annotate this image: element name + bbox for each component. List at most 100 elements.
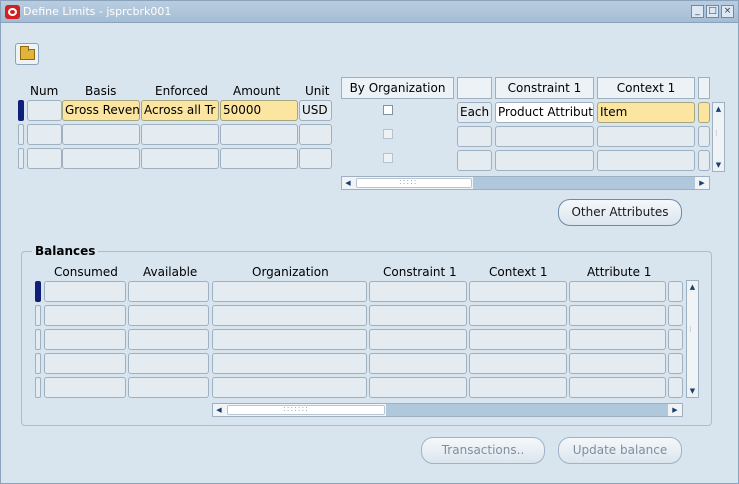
- num-field[interactable]: [27, 100, 62, 121]
- basis-field[interactable]: [62, 124, 140, 145]
- balances-vertical-scrollbar[interactable]: ▲ ⁝ ▼: [686, 280, 699, 398]
- organization-field[interactable]: [212, 281, 367, 302]
- overflow-field[interactable]: [698, 126, 710, 147]
- constraint1-field[interactable]: [495, 126, 594, 147]
- window-title: Define Limits - jsprcbrk001: [23, 5, 172, 18]
- context1-field[interactable]: [469, 353, 567, 374]
- context1-field[interactable]: [469, 329, 567, 350]
- overflow-field[interactable]: [668, 353, 683, 374]
- available-field[interactable]: [128, 377, 209, 398]
- constraint1-field[interactable]: [369, 353, 467, 374]
- consumed-field[interactable]: [44, 353, 126, 374]
- each-field[interactable]: Each: [457, 102, 492, 123]
- scroll-left-icon[interactable]: ◀: [342, 177, 354, 189]
- limits-horizontal-scrollbar[interactable]: ◀ ::::: ▶: [341, 176, 710, 190]
- overflow-field[interactable]: [698, 150, 710, 171]
- attribute1-field[interactable]: [569, 329, 666, 350]
- attribute1-field[interactable]: [569, 305, 666, 326]
- scroll-up-icon[interactable]: ▲: [687, 281, 698, 293]
- scroll-up-icon[interactable]: ▲: [713, 103, 724, 115]
- header-unit: Unit: [305, 84, 330, 98]
- context1-field[interactable]: [597, 126, 695, 147]
- consumed-field[interactable]: [44, 305, 126, 326]
- open-folder-button[interactable]: [15, 43, 39, 65]
- transactions-button[interactable]: Transactions..: [421, 437, 545, 464]
- num-field[interactable]: [27, 124, 62, 145]
- overflow-field[interactable]: [668, 281, 683, 302]
- constraint1-field[interactable]: Product Attribute: [495, 102, 594, 123]
- scroll-down-icon[interactable]: ▼: [687, 385, 698, 397]
- row-indicator-3[interactable]: [18, 148, 24, 169]
- other-attributes-button[interactable]: Other Attributes: [558, 199, 682, 226]
- amount-field[interactable]: 50000: [220, 100, 298, 121]
- basis-field[interactable]: Gross Reven: [62, 100, 140, 121]
- balance-row-indicator-4[interactable]: [35, 353, 41, 374]
- context1-field[interactable]: [469, 281, 567, 302]
- overflow-field[interactable]: [668, 377, 683, 398]
- available-field[interactable]: [128, 281, 209, 302]
- header-context1: Context 1: [489, 265, 548, 279]
- enforced-field[interactable]: [141, 124, 219, 145]
- basis-field[interactable]: [62, 148, 140, 169]
- unit-field[interactable]: USD: [299, 100, 332, 121]
- consumed-field[interactable]: [44, 329, 126, 350]
- context1-field[interactable]: [469, 305, 567, 326]
- constraint1-field[interactable]: [369, 377, 467, 398]
- available-field[interactable]: [128, 329, 209, 350]
- unit-field[interactable]: [299, 148, 332, 169]
- organization-field[interactable]: [212, 353, 367, 374]
- header-consumed: Consumed: [54, 265, 118, 279]
- organization-field[interactable]: [212, 329, 367, 350]
- balance-row-indicator-2[interactable]: [35, 305, 41, 326]
- row-indicator-1[interactable]: [18, 100, 24, 121]
- scroll-down-icon[interactable]: ▼: [713, 159, 724, 171]
- consumed-field[interactable]: [44, 281, 126, 302]
- scroll-grip: ⁝: [689, 325, 693, 334]
- unit-field[interactable]: [299, 124, 332, 145]
- available-field[interactable]: [128, 305, 209, 326]
- enforced-field[interactable]: [141, 148, 219, 169]
- constraint1-field[interactable]: [369, 305, 467, 326]
- limits-vertical-scrollbar[interactable]: ▲ ⁝ ▼: [712, 102, 725, 172]
- overflow-field[interactable]: [668, 305, 683, 326]
- scroll-track[interactable]: [473, 177, 695, 189]
- scroll-right-icon[interactable]: ▶: [696, 177, 708, 189]
- each-field[interactable]: [457, 126, 492, 147]
- balance-row-indicator-5[interactable]: [35, 377, 41, 398]
- balances-horizontal-scrollbar[interactable]: ◀ ::::::: ▶: [212, 403, 683, 417]
- update-balance-button[interactable]: Update balance: [558, 437, 682, 464]
- by-org-checkbox[interactable]: [383, 105, 393, 115]
- organization-field[interactable]: [212, 377, 367, 398]
- scroll-track[interactable]: [386, 404, 668, 416]
- balance-row-indicator-1[interactable]: [35, 281, 41, 302]
- attribute1-field[interactable]: [569, 353, 666, 374]
- constraint1-field[interactable]: [369, 329, 467, 350]
- by-org-checkbox[interactable]: [383, 129, 393, 139]
- by-org-checkbox[interactable]: [383, 153, 393, 163]
- minimize-icon[interactable]: _: [691, 5, 704, 18]
- row-indicator-2[interactable]: [18, 124, 24, 145]
- close-icon[interactable]: ×: [721, 5, 734, 18]
- context1-field[interactable]: [469, 377, 567, 398]
- overflow-field[interactable]: [698, 102, 710, 123]
- context1-field[interactable]: [597, 150, 695, 171]
- attribute1-field[interactable]: [569, 377, 666, 398]
- overflow-field[interactable]: [668, 329, 683, 350]
- each-field[interactable]: [457, 150, 492, 171]
- amount-field[interactable]: [220, 148, 298, 169]
- enforced-field[interactable]: Across all Tr: [141, 100, 219, 121]
- scroll-grip: :::::: [399, 177, 418, 186]
- amount-field[interactable]: [220, 124, 298, 145]
- constraint1-field[interactable]: [495, 150, 594, 171]
- balance-row-indicator-3[interactable]: [35, 329, 41, 350]
- constraint1-field[interactable]: [369, 281, 467, 302]
- attribute1-field[interactable]: [569, 281, 666, 302]
- scroll-right-icon[interactable]: ▶: [669, 404, 681, 416]
- organization-field[interactable]: [212, 305, 367, 326]
- available-field[interactable]: [128, 353, 209, 374]
- consumed-field[interactable]: [44, 377, 126, 398]
- maximize-icon[interactable]: □: [706, 5, 719, 18]
- context1-field[interactable]: Item: [597, 102, 695, 123]
- scroll-left-icon[interactable]: ◀: [213, 404, 225, 416]
- num-field[interactable]: [27, 148, 62, 169]
